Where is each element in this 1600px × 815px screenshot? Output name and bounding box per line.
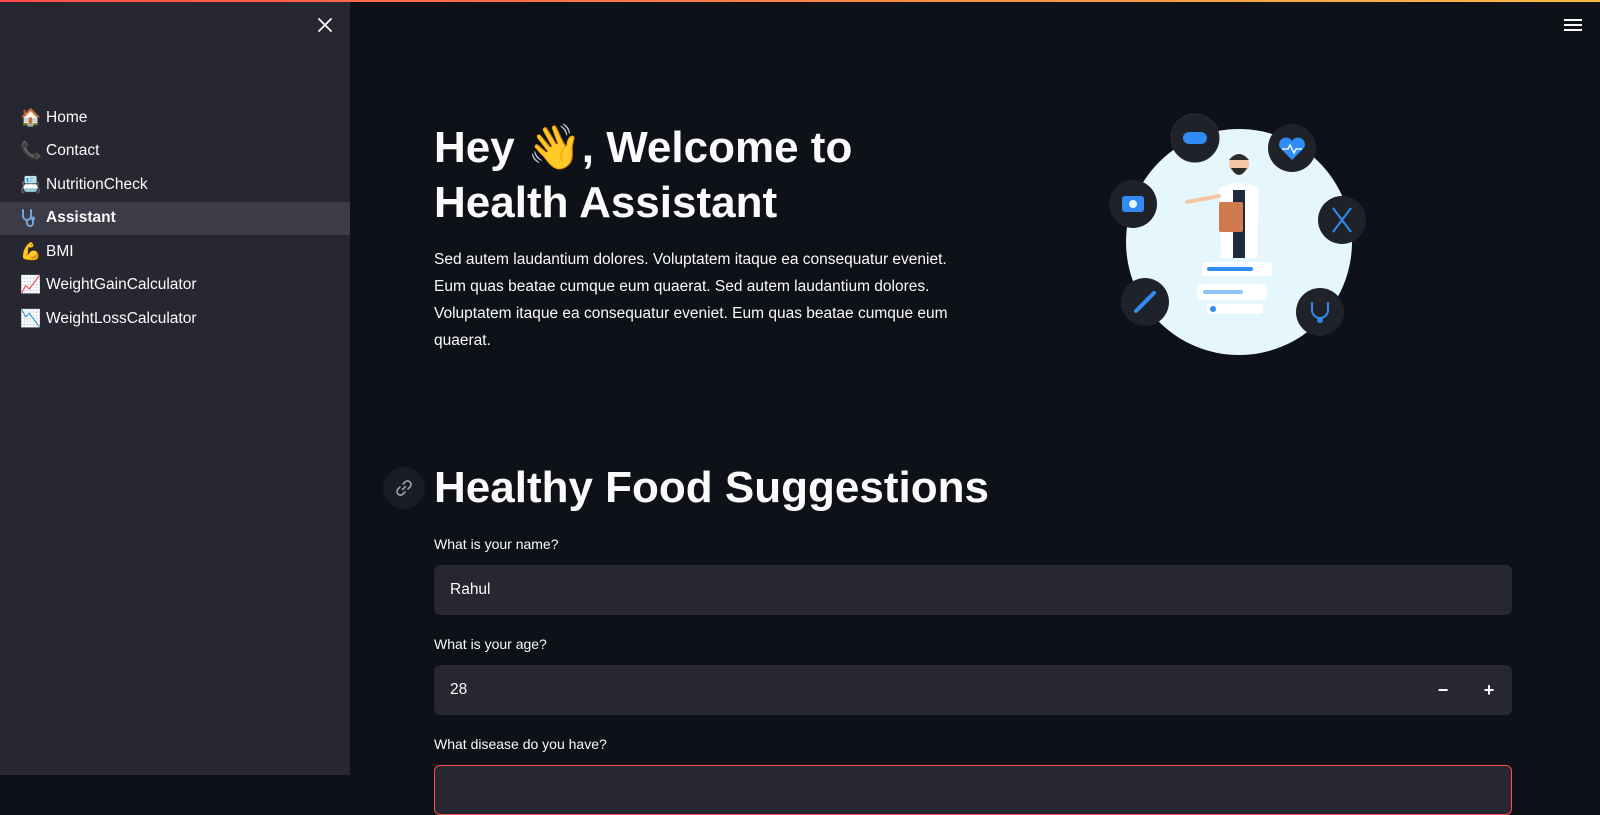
sidebar: 🏠 Home 📞 Contact 📇 NutritionCheck Assist… [0,0,350,775]
home-icon: 🏠 [20,107,42,127]
waving-hand-icon: 👋 [526,123,582,172]
main-content: Hey 👋, Welcome to Health Assistant Sed a… [350,0,1600,815]
sidebar-item-label: Contact [46,142,100,160]
card-index-icon: 📇 [20,174,42,194]
hero-title: Hey 👋, Welcome to Health Assistant [434,120,954,230]
age-increment-button[interactable]: + [1466,665,1512,715]
chart-increasing-icon: 📈 [20,275,42,295]
top-decoration-bar [0,0,1600,2]
main-menu-button[interactable] [1562,14,1584,36]
name-field-label: What is your name? [434,536,559,552]
sidebar-item-label: NutritionCheck [46,175,148,193]
sidebar-item-label: WeightLossCalculator [46,309,197,327]
sidebar-item-home[interactable]: 🏠 Home [0,101,350,135]
disease-field[interactable] [434,765,1512,815]
floating-icon-syringe [1121,278,1169,326]
phone-icon: 📞 [20,141,42,161]
hero-title-greeting: Hey [434,123,527,172]
name-input[interactable] [450,581,1512,599]
disease-input[interactable] [451,781,1511,799]
hero-title-welcome: , Welcome to [581,123,853,172]
sidebar-item-weightlosscalculator[interactable]: 📉 WeightLossCalculator [0,302,350,336]
chart-decreasing-icon: 📉 [20,308,42,328]
hero-title-app-name: Health Assistant [434,178,778,227]
floating-icon-medical-kit [1109,180,1157,228]
flexed-biceps-icon: 💪 [20,241,42,261]
hamburger-menu-icon [1564,19,1582,31]
name-field[interactable] [434,565,1512,615]
age-input[interactable] [450,681,1512,699]
floating-icon-pill [1170,113,1220,163]
sidebar-item-label: Assistant [46,209,116,227]
section-title: Healthy Food Suggestions [434,463,989,512]
hero-description: Sed autem laudantium dolores. Voluptatem… [434,251,948,349]
doctor-illustration [1109,113,1366,355]
sidebar-item-label: BMI [46,242,74,260]
age-decrement-button[interactable]: − [1420,665,1466,715]
sidebar-item-assistant[interactable]: Assistant [0,201,350,235]
stethoscope-icon [20,208,46,228]
chat-bubbles [1197,262,1272,314]
sidebar-item-bmi[interactable]: 💪 BMI [0,235,350,269]
sidebar-item-weightgaincalculator[interactable]: 📈 WeightGainCalculator [0,269,350,303]
sidebar-item-nutritioncheck[interactable]: 📇 NutritionCheck [0,168,350,202]
sidebar-item-label: Home [46,108,88,126]
section-anchor-link[interactable] [383,467,425,509]
close-icon [318,18,332,32]
sidebar-item-label: WeightGainCalculator [46,276,197,294]
age-stepper[interactable]: − + [434,665,1512,715]
close-sidebar-button[interactable] [314,14,336,36]
link-icon [396,480,412,496]
sidebar-nav: 🏠 Home 📞 Contact 📇 NutritionCheck Assist… [0,101,350,336]
age-field-label: What is your age? [434,636,547,652]
floating-icon-heart-pulse [1268,124,1316,172]
floating-icon-stethoscope [1296,288,1344,336]
floating-icon-dna [1318,196,1366,244]
disease-field-label: What disease do you have? [434,736,607,752]
sidebar-item-contact[interactable]: 📞 Contact [0,135,350,169]
